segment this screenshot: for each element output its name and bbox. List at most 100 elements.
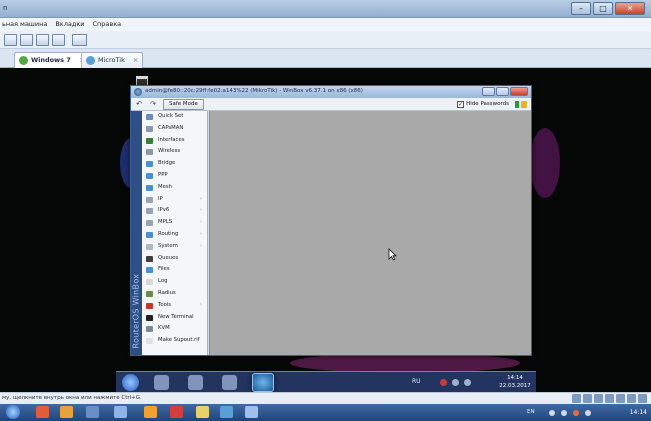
tray-icon[interactable] xyxy=(573,410,579,416)
explorer-icon[interactable] xyxy=(188,375,203,390)
menu-item-ppp[interactable]: PPP xyxy=(142,170,207,182)
winbox-taskbar-icon[interactable] xyxy=(252,373,274,392)
winbox-title: admin@fe80::20c:29ff:fe02:a143%22 (Mikro… xyxy=(145,88,363,94)
vm-language-indicator[interactable]: RU xyxy=(412,378,421,385)
host-window-controls: – □ ✕ xyxy=(571,2,645,15)
host-clock[interactable]: 14:14 xyxy=(630,409,647,416)
menu-item-label: IPv6 xyxy=(158,207,170,214)
media-icon[interactable] xyxy=(60,406,73,418)
hide-passwords-toggle[interactable]: ✓ Hide Passwords xyxy=(457,100,509,109)
winbox-main-menu: Quick Set CAPsMAN Interfaces Wireless Bridge… xyxy=(142,111,208,355)
app-icon[interactable] xyxy=(245,406,258,418)
maximize-icon[interactable] xyxy=(496,87,509,96)
system-icon xyxy=(146,243,153,250)
terminal-icon xyxy=(146,314,153,321)
hide-passwords-checkbox[interactable]: ✓ xyxy=(457,101,465,108)
vm-home-icon[interactable] xyxy=(4,34,17,46)
kvm-icon xyxy=(146,326,153,333)
menu-item-label: MPLS xyxy=(158,219,173,226)
app-icon[interactable] xyxy=(196,406,209,418)
volume-icon[interactable] xyxy=(585,410,591,416)
vm-start-icon[interactable] xyxy=(122,374,139,391)
menu-help[interactable]: Справка xyxy=(93,18,122,31)
menu-item-ipv6[interactable]: IPv6 › xyxy=(142,205,207,217)
app-icon[interactable] xyxy=(86,406,99,418)
tab-microtik[interactable]: MicroTik × xyxy=(81,52,144,68)
winbox-workarea[interactable] xyxy=(209,111,531,355)
menu-item-capsman[interactable]: CAPsMAN xyxy=(142,123,207,135)
usb-icon[interactable] xyxy=(605,394,614,403)
host-key-icon[interactable] xyxy=(638,394,647,403)
menu-item-label: Radius xyxy=(158,289,176,296)
menu-machine[interactable]: ьная машина xyxy=(2,18,47,31)
tab-windows-7[interactable]: Windows 7 × xyxy=(14,52,90,68)
menu-item-tools[interactable]: Tools › xyxy=(142,300,207,312)
network-icon[interactable] xyxy=(452,379,459,386)
menu-item-files[interactable]: Files xyxy=(142,264,207,276)
host-menubar: ьная машина Вкладки Справка xyxy=(0,18,651,31)
chrome-icon[interactable] xyxy=(36,406,49,418)
vm-fullscreen-icon[interactable] xyxy=(72,34,87,46)
host-status-icons xyxy=(572,394,647,403)
tray-icon[interactable] xyxy=(549,410,555,416)
vm-settings-icon[interactable] xyxy=(20,34,33,46)
mpls-icon xyxy=(146,220,153,227)
menu-item-log[interactable]: Log xyxy=(142,276,207,288)
submenu-arrow-icon: › xyxy=(200,219,202,226)
menu-item-wireless[interactable]: Wireless xyxy=(142,146,207,158)
network-icon[interactable] xyxy=(561,410,567,416)
maximize-icon[interactable]: □ xyxy=(593,2,613,15)
vm-snapshot-icon[interactable] xyxy=(52,34,65,46)
submenu-arrow-icon: › xyxy=(200,207,202,214)
menu-item-make-supout-rif[interactable]: Make Supout.rif xyxy=(142,335,207,347)
host-titlebar[interactable]: n – □ ✕ xyxy=(0,0,651,18)
host-language-indicator[interactable]: EN xyxy=(527,409,535,415)
vm-tools-icon[interactable] xyxy=(36,34,49,46)
menu-item-system[interactable]: System › xyxy=(142,241,207,253)
menu-item-radius[interactable]: Radius xyxy=(142,288,207,300)
close-icon[interactable] xyxy=(510,87,528,96)
display-icon[interactable] xyxy=(627,394,636,403)
vm-date: 22.03.2017 xyxy=(499,383,531,389)
menu-item-new-terminal[interactable]: New Terminal xyxy=(142,312,207,324)
tab-close-icon[interactable]: × xyxy=(133,56,138,64)
routeros-winbox-label: RouterOS WinBox xyxy=(131,273,141,349)
shared-folder-icon[interactable] xyxy=(616,394,625,403)
menu-item-mpls[interactable]: MPLS › xyxy=(142,217,207,229)
menu-item-mesh[interactable]: Mesh xyxy=(142,182,207,194)
app-icon[interactable] xyxy=(114,406,127,418)
vm-tab-icon xyxy=(19,56,28,65)
app-icon[interactable] xyxy=(144,406,157,418)
menu-item-routing[interactable]: Routing › xyxy=(142,229,207,241)
ie-icon[interactable] xyxy=(154,375,169,390)
minimize-icon[interactable] xyxy=(482,87,495,96)
volume-icon[interactable] xyxy=(464,379,471,386)
menu-item-quick-set[interactable]: Quick Set xyxy=(142,111,207,123)
host-start-icon[interactable] xyxy=(6,405,20,419)
winbox-logo-icon xyxy=(134,88,142,96)
vm-system-tray: RU 14:14 22.03.2017 xyxy=(412,374,532,391)
winbox-titlebar[interactable]: admin@fe80::20c:29ff:fe02:a143%22 (Mikro… xyxy=(131,86,531,98)
safe-mode-button[interactable]: Safe Mode xyxy=(163,99,204,110)
network-adapter-icon[interactable] xyxy=(594,394,603,403)
cd-icon[interactable] xyxy=(583,394,592,403)
virtualbox-icon[interactable] xyxy=(220,406,233,418)
tray-icon[interactable] xyxy=(440,379,447,386)
undo-icon[interactable]: ↶ xyxy=(133,100,145,109)
menu-item-interfaces[interactable]: Interfaces xyxy=(142,135,207,147)
menu-item-ip[interactable]: IP › xyxy=(142,194,207,206)
hdd-icon[interactable] xyxy=(572,394,581,403)
menu-item-label: System xyxy=(158,242,178,249)
minimize-icon[interactable]: – xyxy=(571,2,591,15)
menu-item-queues[interactable]: Queues xyxy=(142,253,207,265)
hide-passwords-label: Hide Passwords xyxy=(466,101,509,107)
redo-icon[interactable]: ↷ xyxy=(147,100,159,109)
menu-item-kvm[interactable]: KVM xyxy=(142,323,207,335)
media-player-icon[interactable] xyxy=(222,375,237,390)
close-icon[interactable]: ✕ xyxy=(615,2,645,15)
menu-tabs[interactable]: Вкладки xyxy=(55,18,84,31)
app-icon[interactable] xyxy=(170,406,183,418)
menu-item-label: Files xyxy=(158,266,170,273)
menu-item-bridge[interactable]: Bridge xyxy=(142,158,207,170)
vm-clock[interactable]: 14:14 22.03.2017 xyxy=(498,374,532,390)
